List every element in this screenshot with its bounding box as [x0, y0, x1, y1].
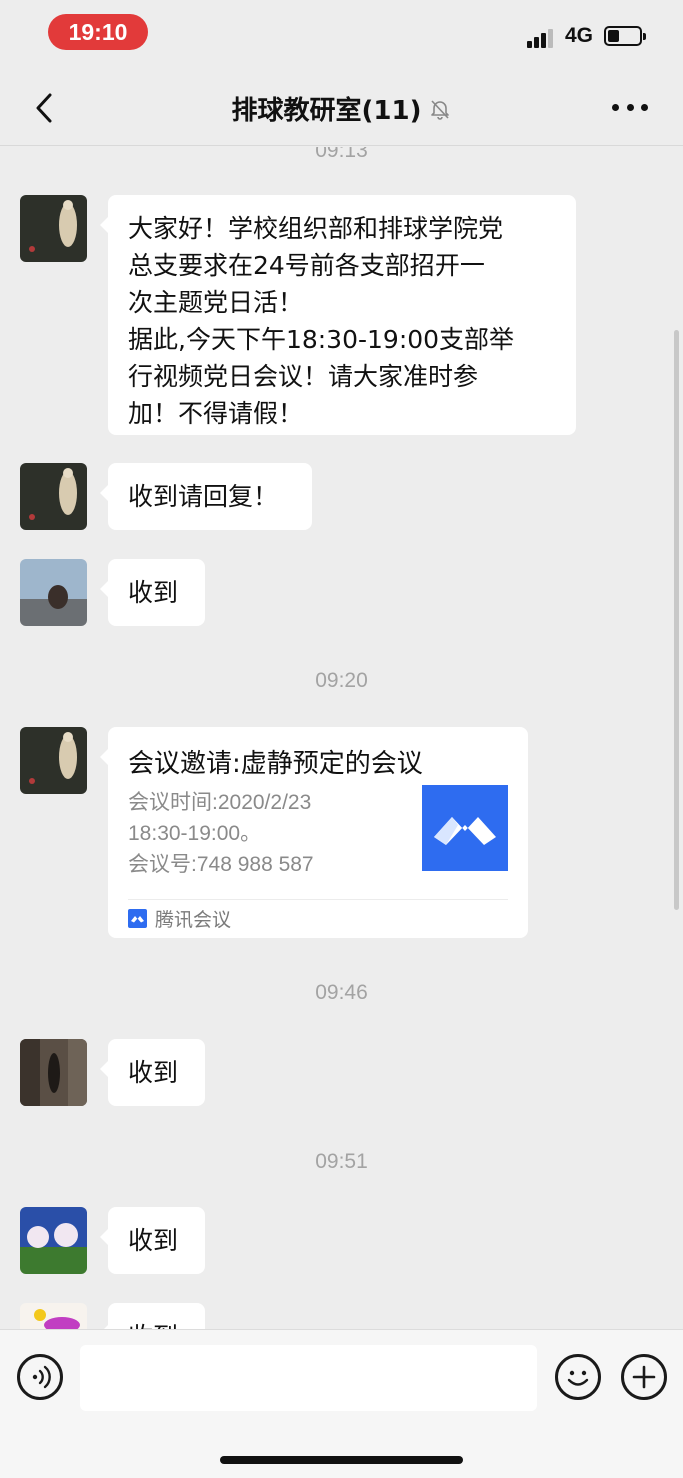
- card-desc-line: 18:30-19:00。: [128, 822, 262, 845]
- message-line: 行视频党日会议！请大家准时参: [128, 362, 479, 391]
- scrollbar[interactable]: [674, 330, 679, 910]
- message-line: 次主题党日活！: [128, 288, 304, 317]
- message-text: 收到: [128, 1226, 179, 1255]
- chat-area[interactable]: 09:13 大家好！学校组织部和排球学院党 总支要求在24号前各支部招开一 次主…: [0, 147, 683, 1329]
- card-desc-line: 会议时间:2020/2/23: [128, 791, 312, 814]
- message-line: 加！不得请假！: [128, 399, 304, 428]
- card-description: 会议时间:2020/2/23 18:30-19:00。 会议号:748 988 …: [128, 787, 314, 880]
- avatar[interactable]: [20, 463, 87, 530]
- timestamp: 09:20: [315, 669, 368, 692]
- bell-muted-icon: [431, 99, 450, 120]
- chat-title: 排球教研室(11): [231, 96, 422, 126]
- meeting-invite-card[interactable]: 会议邀请:虚静预定的会议 会议时间:2020/2/23 18:30-19:00。…: [100, 727, 528, 938]
- message-bubble[interactable]: 收到请回复！: [100, 463, 312, 530]
- message-line: 据此,今天下午18:30-19:00支部举: [128, 325, 515, 354]
- chat-title-wrap: 排球教研室(11): [0, 90, 683, 127]
- message-text: 收到: [128, 1318, 185, 1329]
- message-input[interactable]: [80, 1345, 537, 1411]
- battery-icon: [604, 26, 646, 46]
- more-dots-icon[interactable]: [612, 104, 648, 112]
- home-indicator[interactable]: [220, 1456, 463, 1464]
- signal-icon: [527, 28, 557, 48]
- avatar[interactable]: [20, 1303, 87, 1329]
- status-time: 19:10: [48, 14, 148, 50]
- avatar[interactable]: [20, 727, 87, 794]
- message-text: 收到请回复！: [128, 482, 279, 511]
- avatar[interactable]: [20, 195, 87, 262]
- timestamp: 09:51: [315, 1150, 368, 1173]
- plus-icon[interactable]: [621, 1354, 667, 1400]
- card-source: 腾讯会议: [128, 905, 231, 932]
- voice-icon[interactable]: [17, 1354, 63, 1400]
- card-title: 会议邀请:虚静预定的会议: [128, 749, 423, 779]
- message-bubble[interactable]: 收到: [100, 1207, 205, 1274]
- card-source-label: 腾讯会议: [155, 909, 232, 931]
- message-bubble[interactable]: 收到: [100, 1303, 205, 1329]
- avatar[interactable]: [20, 1039, 87, 1106]
- message-bubble[interactable]: 大家好！学校组织部和排球学院党 总支要求在24号前各支部招开一 次主题党日活！ …: [100, 195, 576, 435]
- message-line: 总支要求在24号前各支部招开一: [128, 251, 485, 280]
- message-bubble[interactable]: 收到: [100, 1039, 205, 1106]
- message-line: 大家好！学校组织部和排球学院党: [128, 214, 504, 243]
- status-bar: 19:10 4G: [0, 0, 683, 70]
- message-bubble[interactable]: 收到: [100, 559, 205, 626]
- card-divider: [128, 899, 508, 900]
- message-text: 收到: [128, 578, 179, 607]
- network-label: 4G: [565, 24, 594, 47]
- avatar[interactable]: [20, 559, 87, 626]
- avatar[interactable]: [20, 1207, 87, 1274]
- tencent-meeting-logo-icon: [422, 785, 508, 871]
- tencent-meeting-icon: [128, 909, 147, 928]
- message-text: 收到: [128, 1058, 179, 1087]
- card-desc-line: 会议号:748 988 587: [128, 853, 314, 876]
- nav-bar: 排球教研室(11): [0, 70, 683, 146]
- timestamp: 09:46: [315, 981, 368, 1004]
- emoji-icon[interactable]: [555, 1354, 601, 1400]
- timestamp: 09:13: [315, 147, 368, 162]
